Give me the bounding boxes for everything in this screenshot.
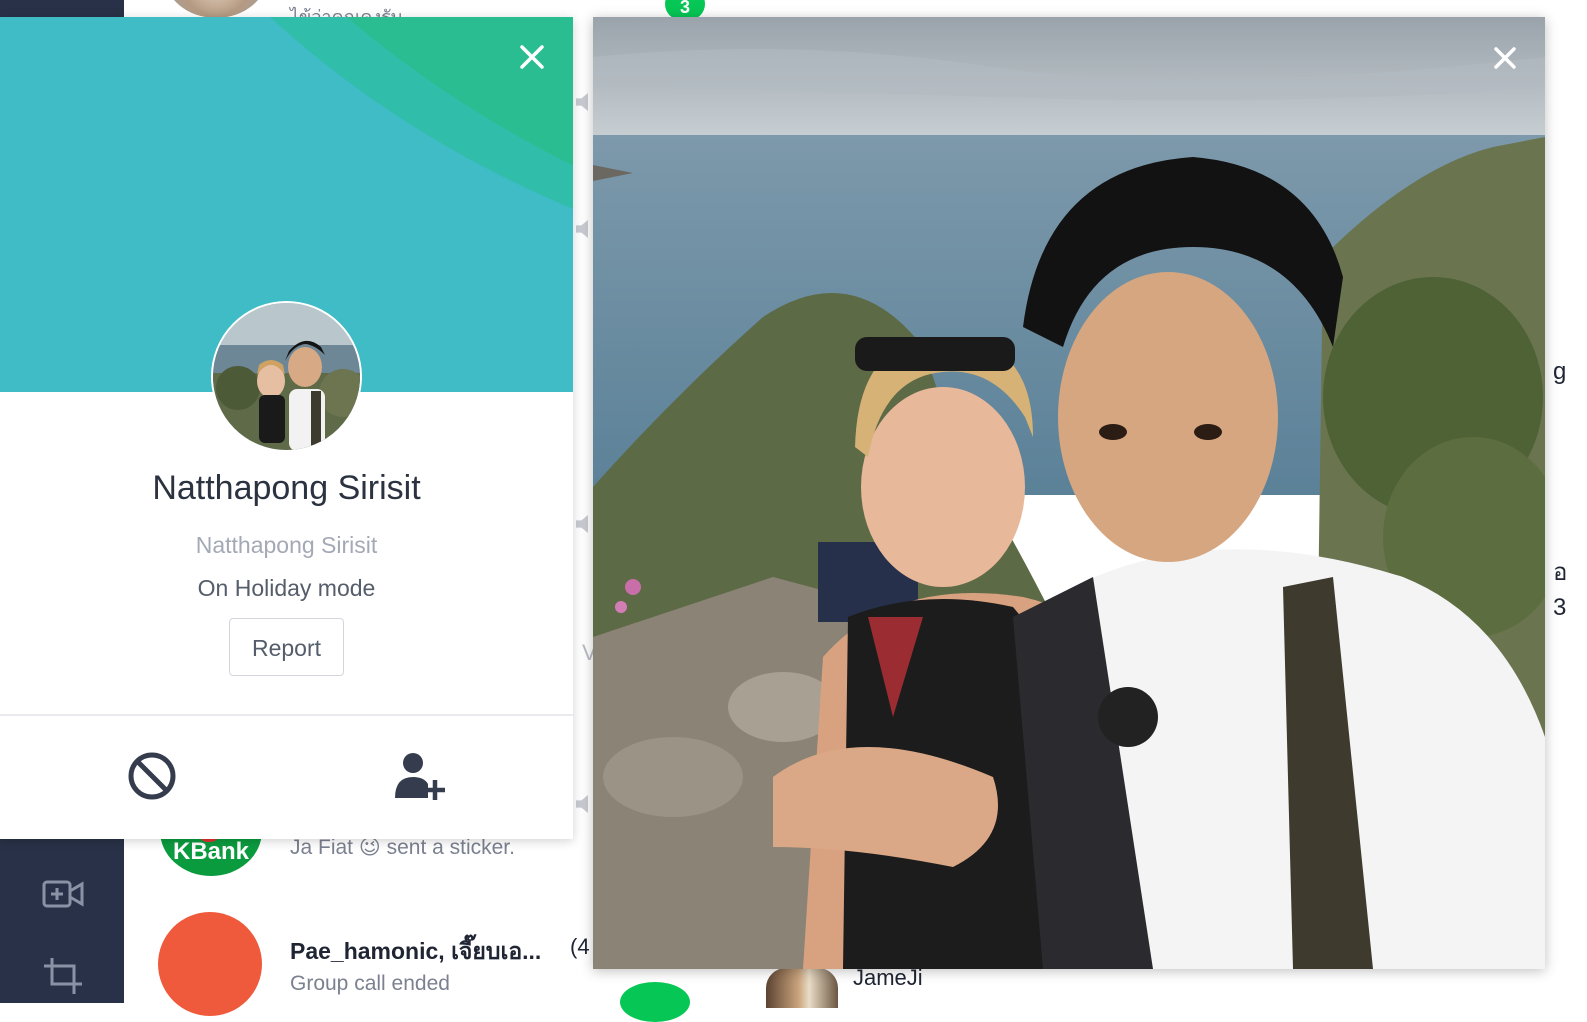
status-badge <box>620 982 690 1022</box>
mute-icon <box>576 515 588 533</box>
group-avatar[interactable] <box>158 912 262 1016</box>
message-fragment: อ <box>1553 559 1568 586</box>
add-friend-icon[interactable] <box>389 746 449 806</box>
avatar[interactable] <box>164 0 268 18</box>
crop-icon[interactable] <box>42 958 84 994</box>
profile-photo <box>593 17 1545 969</box>
message-fragment: 3 <box>1553 594 1567 621</box>
block-icon[interactable] <box>122 746 182 806</box>
message-fragment: g <box>1553 358 1567 385</box>
profile-status-message: On Holiday mode <box>197 575 376 601</box>
profile-popup: Natthapong Sirisit Natthapong Sirisit On… <box>0 17 573 839</box>
mute-icon <box>576 220 588 238</box>
member-count: (4 <box>570 934 590 959</box>
close-icon[interactable] <box>517 42 547 72</box>
report-button[interactable]: Report <box>229 618 344 676</box>
close-icon[interactable] <box>1490 43 1520 73</box>
photo-viewer <box>593 17 1545 969</box>
profile-avatar[interactable] <box>211 301 362 452</box>
chat-preview: Group call ended <box>290 972 450 995</box>
profile-display-name: Natthapong Sirisit <box>152 469 421 507</box>
chat-title: Pae_hamonic, เจี๊ยบเอ... <box>290 938 542 964</box>
divider <box>0 714 573 716</box>
profile-sub-name: Natthapong Sirisit <box>195 532 378 558</box>
sender-avatar[interactable] <box>766 968 838 1008</box>
video-call-icon[interactable] <box>42 876 84 912</box>
mute-icon <box>576 93 588 111</box>
